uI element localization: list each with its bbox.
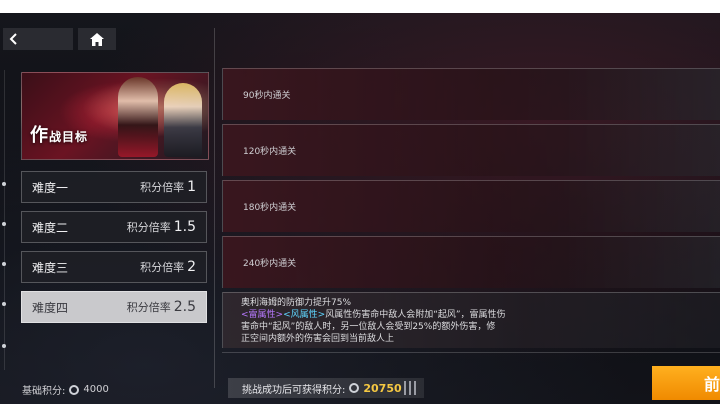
goal-label: 120秒内通关 — [243, 147, 297, 157]
top-strip — [0, 0, 720, 13]
description-line-2: <雷属性><风属性>风属性伤害命中敌人会附加“起风”，雷属性伤 — [241, 309, 702, 321]
row-shine — [560, 125, 720, 176]
character-portrait-right — [164, 83, 202, 157]
difficulty-multiplier: 积分倍率 2 — [140, 259, 196, 275]
difficulty-row-1[interactable]: 难度一 积分倍率 1 — [21, 171, 207, 203]
difficulty-description: 奥利海姆的防御力提升75% <雷属性><风属性>风属性伤害命中敌人会附加“起风”… — [222, 292, 720, 348]
stripes-decoration — [404, 381, 418, 395]
goal-label: 180秒内通关 — [243, 203, 297, 213]
indicator-dot — [2, 262, 6, 266]
base-score: 基础积分: 4000 — [22, 382, 109, 397]
divider-line — [222, 352, 720, 353]
wind-tag: <风属性> — [283, 310, 326, 320]
objective-title-big: 作 — [30, 125, 49, 146]
multiplier-value: 2.5 — [173, 299, 196, 315]
start-button[interactable]: 前 — [652, 366, 720, 400]
start-button-label: 前 — [704, 375, 720, 394]
goal-row-2: 120秒内通关 — [222, 124, 720, 176]
objective-banner: 作战目标 — [21, 72, 209, 160]
home-button[interactable] — [78, 28, 116, 50]
indicator-dot — [2, 344, 6, 348]
character-portrait-left — [118, 77, 158, 157]
goal-row-1: 90秒内通关 — [222, 68, 720, 120]
base-score-value: 4000 — [83, 384, 109, 395]
multiplier-label: 积分倍率 — [126, 301, 171, 314]
back-button[interactable] — [3, 28, 73, 50]
multiplier-label: 积分倍率 — [140, 181, 185, 194]
difficulty-multiplier: 积分倍率 2.5 — [127, 299, 196, 315]
difficulty-row-4[interactable]: 难度四 积分倍率 2.5 — [21, 291, 207, 323]
difficulty-multiplier: 积分倍率 1 — [140, 179, 196, 195]
goal-row-3: 180秒内通关 — [222, 180, 720, 232]
panel-divider — [214, 28, 215, 388]
row-shine — [560, 69, 720, 120]
goal-label: 240秒内通关 — [243, 259, 297, 269]
difficulty-row-3[interactable]: 难度三 积分倍率 2 — [21, 251, 207, 283]
multiplier-value: 2 — [187, 259, 196, 275]
base-score-label: 基础积分: — [22, 386, 66, 397]
side-indicator — [2, 70, 8, 370]
indicator-dot — [2, 222, 6, 226]
multiplier-value: 1.5 — [173, 219, 196, 235]
difficulty-name: 难度三 — [32, 260, 69, 275]
objective-title: 作战目标 — [30, 121, 88, 147]
chevron-left-icon — [9, 33, 17, 45]
multiplier-value: 1 — [187, 179, 196, 195]
objective-title-rest: 战目标 — [49, 130, 89, 144]
difficulty-name: 难度二 — [32, 220, 69, 235]
row-shine — [560, 237, 720, 288]
difficulty-name: 难度一 — [32, 180, 69, 195]
goal-label: 90秒内通关 — [243, 91, 291, 101]
difficulty-name: 难度四 — [32, 300, 69, 315]
difficulty-row-2[interactable]: 难度二 积分倍率 1.5 — [21, 211, 207, 243]
coin-icon — [69, 384, 80, 395]
description-line-4: 正空间内额外的伤害会回到当前敌人上 — [241, 334, 395, 344]
indicator-dot — [2, 182, 6, 186]
difficulty-multiplier: 积分倍率 1.5 — [127, 219, 196, 235]
reward-bar: 挑战成功后可获得积分: 20750 — [228, 378, 424, 398]
coin-icon — [349, 383, 360, 393]
goal-row-4: 240秒内通关 — [222, 236, 720, 288]
lightning-tag: <雷属性> — [241, 310, 284, 320]
description-line-1: 奥利海姆的防御力提升75% — [241, 298, 352, 308]
multiplier-label: 积分倍率 — [140, 261, 185, 274]
description-line-2-text: 风属性伤害命中敌人会附加“起风”，雷属性伤 — [325, 310, 506, 320]
reward-value: 20750 — [363, 381, 402, 395]
home-icon — [90, 32, 104, 46]
indicator-dot — [2, 302, 6, 306]
description-line-3: 害命中“起风”的敌人时，另一位敌人会受到25%的额外伤害，修 — [241, 322, 496, 332]
reward-label: 挑战成功后可获得积分: — [242, 384, 346, 396]
row-shine — [560, 181, 720, 232]
multiplier-label: 积分倍率 — [126, 221, 171, 234]
